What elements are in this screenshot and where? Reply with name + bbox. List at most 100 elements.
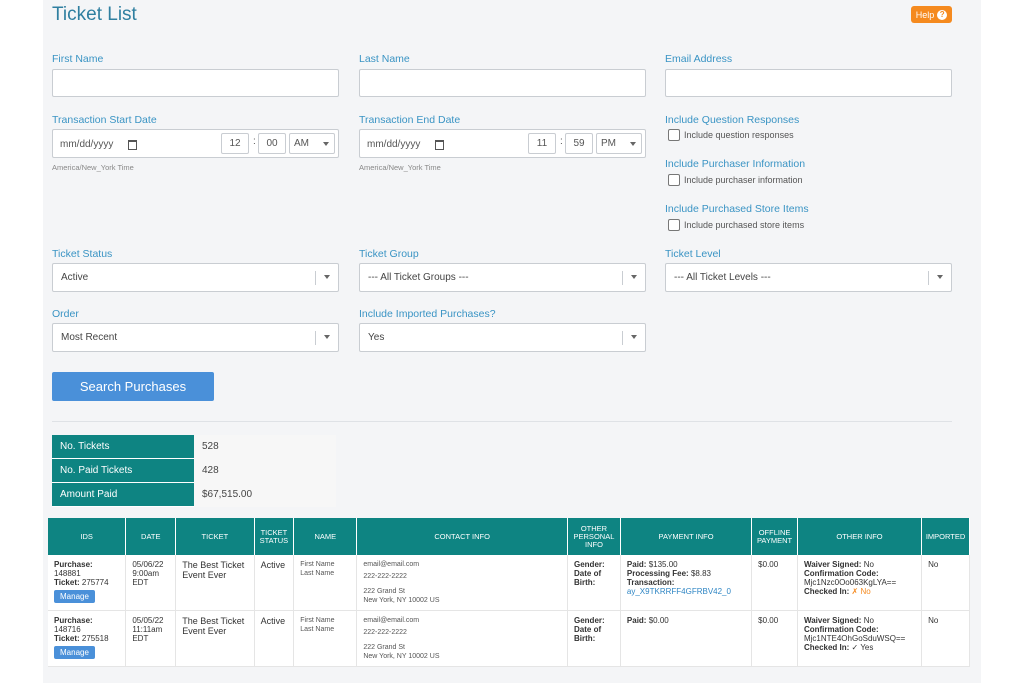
summary-key: Amount Paid <box>52 482 194 507</box>
column-header[interactable]: OFFLINE PAYMENT <box>751 518 798 555</box>
name-cell: First Name Last Name <box>293 555 358 611</box>
chevron-down-icon <box>631 275 637 279</box>
ticket-id: 275518 <box>81 634 109 643</box>
summary-row: Amount Paid $67,515.00 <box>52 482 336 507</box>
personal-cell: Gender: Date of Birth: <box>567 610 621 667</box>
end-date-field[interactable]: mm/dd/yyyy 11 : 59 PM <box>359 129 646 158</box>
table-row: Purchase: 148881 Ticket: 275774 Manage 0… <box>48 555 970 611</box>
chevron-down-icon <box>631 335 637 339</box>
other-info-cell: Waiver Signed: No Confirmation Code: Mjc… <box>797 555 923 611</box>
column-header[interactable]: OTHER INFO <box>797 518 923 555</box>
column-header[interactable]: TICKET <box>175 518 255 555</box>
ticket-status-value: Active <box>61 272 89 283</box>
transaction-link[interactable]: ay_X9TKRRFF4GFRBV42_0 <box>627 587 745 596</box>
summary-key: No. Paid Tickets <box>52 458 194 483</box>
end-date-value: mm/dd/yyyy <box>367 139 421 150</box>
calendar-icon <box>128 140 137 150</box>
purchaser-info-checkbox-row[interactable]: Include purchaser information <box>668 174 803 186</box>
column-header[interactable]: CONTACT INFO <box>356 518 568 555</box>
question-responses-checkbox[interactable] <box>668 129 680 141</box>
ids-cell: Purchase: 148716 Ticket: 275518 Manage <box>48 610 127 667</box>
end-hour-input[interactable]: 11 <box>528 133 556 154</box>
start-date-field[interactable]: mm/dd/yyyy 12 : 00 AM <box>52 129 339 158</box>
time-separator: : <box>253 136 256 147</box>
first-name-label: First Name <box>52 53 104 65</box>
chevron-down-icon <box>323 142 329 146</box>
order-value: Most Recent <box>61 332 118 343</box>
column-header[interactable]: TICKET STATUS <box>254 518 295 555</box>
manage-button[interactable]: Manage <box>54 590 95 603</box>
payment-cell: Paid: $0.00 <box>620 610 753 667</box>
ids-cell: Purchase: 148881 Ticket: 275774 Manage <box>48 555 127 611</box>
time-separator: : <box>560 136 563 147</box>
column-header[interactable]: OTHER PERSONAL INFO <box>567 518 621 555</box>
store-items-checkbox-row[interactable]: Include purchased store items <box>668 219 804 231</box>
imported-purchases-label: Include Imported Purchases? <box>359 308 496 320</box>
manage-button[interactable]: Manage <box>54 646 95 659</box>
summary-key: No. Tickets <box>52 435 194 459</box>
ticket-cell: The Best Ticket Event Ever <box>175 610 255 667</box>
ticket-level-select[interactable]: --- All Ticket Levels --- <box>665 263 952 292</box>
question-responses-checkbox-row[interactable]: Include question responses <box>668 129 794 141</box>
name-cell: First Name Last Name <box>293 610 358 667</box>
column-header[interactable]: IMPORTED <box>921 518 970 555</box>
column-header[interactable]: IDS <box>48 518 127 555</box>
payment-cell: Paid: $135.00 Processing Fee: $8.83 Tran… <box>620 555 753 611</box>
chevron-down-icon <box>324 275 330 279</box>
column-header[interactable]: PAYMENT INFO <box>620 518 753 555</box>
question-icon: ? <box>937 9 948 20</box>
end-minute-input[interactable]: 59 <box>565 133 593 154</box>
ticket-group-label: Ticket Group <box>359 248 419 260</box>
contact-cell: email@email.com 222-222-2222 222 Grand St N… <box>356 555 568 611</box>
last-name-label: Last Name <box>359 53 410 65</box>
start-minute-input[interactable]: 00 <box>258 133 286 154</box>
ticket-group-value: --- All Ticket Groups --- <box>368 272 469 283</box>
end-timezone: America/New_York Time <box>359 163 441 172</box>
purchase-id: 148881 <box>54 569 81 578</box>
other-info-cell: Waiver Signed: No Confirmation Code: Mjc… <box>797 610 923 667</box>
purchase-id: 148716 <box>54 625 81 634</box>
summary-row: No. Paid Tickets 428 <box>52 458 336 483</box>
help-label: Help <box>915 9 935 20</box>
start-ampm-value: AM <box>294 138 309 149</box>
end-ampm-select[interactable]: PM <box>596 133 642 154</box>
order-select[interactable]: Most Recent <box>52 323 339 352</box>
search-purchases-button[interactable]: Search Purchases <box>52 372 214 401</box>
first-name-input[interactable] <box>52 69 339 97</box>
ticket-group-select[interactable]: --- All Ticket Groups --- <box>359 263 646 292</box>
ticket-cell: The Best Ticket Event Ever <box>175 555 255 611</box>
help-button[interactable]: Help? <box>911 6 952 23</box>
ticket-table: IDS DATE TICKET TICKET STATUS NAME CONTA… <box>48 518 970 667</box>
start-ampm-select[interactable]: AM <box>289 133 335 154</box>
purchaser-info-label: Include Purchaser Information <box>665 158 806 170</box>
ticket-level-value: --- All Ticket Levels --- <box>674 272 771 283</box>
start-hour-input[interactable]: 12 <box>221 133 249 154</box>
offline-cell: $0.00 <box>751 555 798 611</box>
chevron-down-icon <box>937 275 943 279</box>
column-header[interactable]: DATE <box>125 518 177 555</box>
divider <box>52 421 952 422</box>
ticket-status-select[interactable]: Active <box>52 263 339 292</box>
start-timezone: America/New_York Time <box>52 163 134 172</box>
store-items-label: Include Purchased Store Items <box>665 203 809 215</box>
date-cell: 05/05/22 11:11am EDT <box>125 610 177 667</box>
ticket-status-label: Ticket Status <box>52 248 113 260</box>
imported-purchases-select[interactable]: Yes <box>359 323 646 352</box>
question-responses-text: Include question responses <box>684 130 794 140</box>
page-title: Ticket List <box>52 4 137 25</box>
ticket-id: 275774 <box>81 578 109 587</box>
chevron-down-icon <box>630 142 636 146</box>
imported-cell: No <box>921 555 970 611</box>
column-header[interactable]: NAME <box>293 518 358 555</box>
last-name-input[interactable] <box>359 69 646 97</box>
status-cell: Active <box>254 555 295 611</box>
store-items-text: Include purchased store items <box>684 220 805 230</box>
calendar-icon <box>435 140 444 150</box>
email-input[interactable] <box>665 69 952 97</box>
summary-table: No. Tickets 528 No. Paid Tickets 428 Amoun… <box>52 435 336 507</box>
purchaser-info-text: Include purchaser information <box>684 175 803 185</box>
order-label: Order <box>52 308 79 320</box>
store-items-checkbox[interactable] <box>668 219 680 231</box>
summary-value: 528 <box>194 435 336 459</box>
purchaser-info-checkbox[interactable] <box>668 174 680 186</box>
